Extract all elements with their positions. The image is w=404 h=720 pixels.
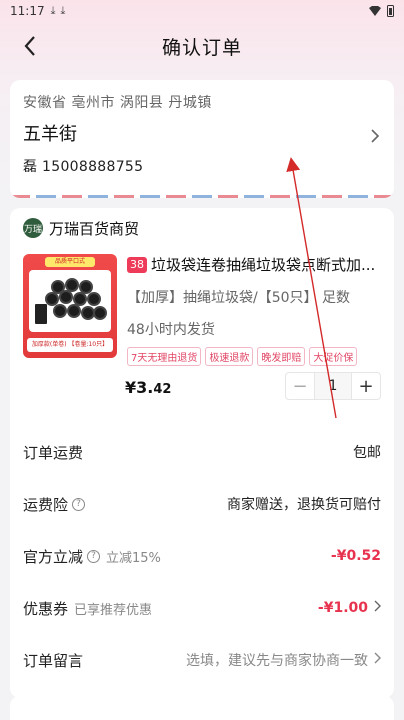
product-thumbnail[interactable]: 品质平口式 加厚款(单卷) 【卷量:10只】 <box>23 254 117 358</box>
download-icon: ⤓ <box>60 4 66 17</box>
insurance-label: 运费险 <box>23 495 69 514</box>
message-label: 订单留言 <box>23 651 84 670</box>
badge: 极速退款 <box>205 347 254 366</box>
shipping-fee-label: 订单运费 <box>23 443 84 462</box>
product-tag: 38 <box>127 256 147 273</box>
top-nav: 确认订单 <box>0 22 404 70</box>
coupon-row[interactable]: 优惠券 已享推荐优惠 -¥1.00 <box>23 582 381 634</box>
shipping-fee-value: 包邮 <box>353 445 381 461</box>
back-arrow-icon[interactable] <box>16 32 44 60</box>
address-card[interactable]: 安徽省 亳州市 涡阳县 丹城镇 五羊街 磊 15008888755 <box>10 80 394 198</box>
order-card: 万瑞 万瑞百货商贸 品质平口式 加厚款(单卷) 【卷量:10只】 38 垃圾袋连… <box>10 208 394 698</box>
address-region: 安徽省 亳州市 涡阳县 丹城镇 <box>23 95 212 111</box>
wifi-icon <box>369 6 381 16</box>
quantity-stepper: − 1 + <box>285 372 381 400</box>
shipping-fee-row: 订单运费 包邮 <box>23 426 381 478</box>
battery-icon <box>387 5 394 17</box>
download-icon: ⤓ <box>50 4 56 17</box>
status-time: 11:17 <box>10 4 45 18</box>
coupon-amount: -¥1.00 <box>317 600 368 616</box>
status-bar: 11:17 ⤓ ⤓ <box>0 0 404 22</box>
thumb-strip: 加厚款(单卷) 【卷量:10只】 <box>27 338 113 352</box>
plus-button[interactable]: + <box>352 373 380 399</box>
price-integer: ¥3. <box>125 378 154 397</box>
minus-button[interactable]: − <box>286 373 314 399</box>
insurance-value: 商家赠送，退换货可赔付 <box>227 497 381 513</box>
service-badges: 7天无理由退货 极速退款 晚发即赔 大促价保 <box>127 347 381 366</box>
thumb-banner: 品质平口式 <box>45 257 95 267</box>
envelope-stripe <box>10 195 394 198</box>
order-message-row[interactable]: 订单留言 选填，建议先与商家协商一致 <box>23 634 381 686</box>
message-placeholder: 选填，建议先与商家协商一致 <box>186 653 368 669</box>
product-price: ¥3.42 <box>125 378 171 397</box>
official-discount-row: 官方立减 ? 立减15% -¥0.52 <box>23 530 381 582</box>
badge: 晚发即赔 <box>257 347 306 366</box>
discount-sub: 立减15% <box>106 550 161 566</box>
shop-name: 万瑞百货商贸 <box>49 219 140 238</box>
coupon-label: 优惠券 <box>23 599 69 618</box>
chevron-right-icon <box>370 128 380 148</box>
product-info[interactable]: 38 垃圾袋连卷抽绳垃圾袋点断式加... 【加厚】抽绳垃圾袋/【50只】 足数 … <box>127 254 381 366</box>
badge: 大促价保 <box>309 347 358 366</box>
shipping-insurance-row: 运费险 ? 商家赠送，退换货可赔付 <box>23 478 381 530</box>
chevron-right-icon <box>374 652 381 668</box>
chevron-right-icon <box>374 600 381 616</box>
page-title: 确认订单 <box>161 36 242 59</box>
coupon-value: -¥1.00 <box>318 600 381 616</box>
address-contact: 磊 15008888755 <box>23 159 144 175</box>
product-spec: 【加厚】抽绳垃圾袋/【50只】 足数 <box>127 290 350 306</box>
message-input[interactable]: 选填，建议先与商家协商一致 <box>186 650 381 670</box>
product-shipping-time: 48小时内发货 <box>127 322 215 338</box>
shop-logo: 万瑞 <box>23 218 43 238</box>
question-icon[interactable]: ? <box>87 549 101 563</box>
product-item: 品质平口式 加厚款(单卷) 【卷量:10只】 38 垃圾袋连卷抽绳垃圾袋点断式加 <box>23 248 381 426</box>
product-title-text: 垃圾袋连卷抽绳垃圾袋点断式加... <box>151 256 376 274</box>
quantity-value[interactable]: 1 <box>314 373 352 399</box>
thumb-package <box>35 304 47 324</box>
coupon-sub: 已享推荐优惠 <box>74 602 153 618</box>
question-icon[interactable]: ? <box>72 497 86 511</box>
badge: 7天无理由退货 <box>127 347 202 366</box>
discount-value: -¥0.52 <box>330 548 381 564</box>
address-street: 五羊街 <box>23 124 77 145</box>
product-title: 38 垃圾袋连卷抽绳垃圾袋点断式加... <box>127 254 381 275</box>
price-decimal: 42 <box>153 382 172 397</box>
discount-label: 官方立减 <box>23 547 84 566</box>
next-card <box>10 696 394 720</box>
shop-header[interactable]: 万瑞 万瑞百货商贸 <box>23 208 381 248</box>
